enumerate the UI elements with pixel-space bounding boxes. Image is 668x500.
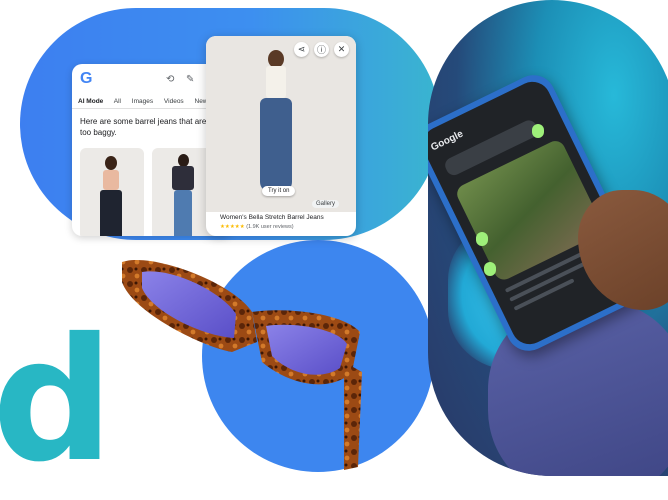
close-icon[interactable]: ✕: [334, 42, 349, 57]
info-icon[interactable]: ⓘ: [314, 42, 329, 57]
sunglasses-illustration: [122, 260, 362, 470]
history-icon[interactable]: ⟲: [166, 74, 174, 85]
result-thumbnail[interactable]: [80, 148, 144, 236]
tab-ai-mode[interactable]: AI Mode: [78, 98, 103, 105]
brand-letter: d: [0, 302, 114, 500]
search-tabs: AI Mode All Images Videos News: [78, 98, 220, 105]
product-card[interactable]: ⋖ ⓘ ✕ Try it on Gallery Women's Bella St…: [206, 36, 356, 236]
tab-images[interactable]: Images: [132, 98, 153, 105]
rating-count: (1.9K user reviews): [246, 224, 294, 230]
phone-photo-panel: Google: [428, 0, 668, 476]
try-on-button[interactable]: Try it on: [262, 186, 296, 196]
tab-all[interactable]: All: [114, 98, 121, 105]
tab-videos[interactable]: Videos: [164, 98, 184, 105]
edit-icon[interactable]: ✎: [186, 74, 194, 85]
rating-stars: ★★★★★: [220, 224, 245, 230]
retailer-badge: Gallery: [312, 200, 340, 208]
google-logo: G: [80, 70, 93, 87]
phone-app-title: Google: [429, 128, 466, 154]
fingernail: [476, 232, 488, 246]
fingernail: [484, 262, 496, 276]
ai-response-text: Here are some barrel jeans that aren't t…: [80, 117, 215, 137]
share-icon[interactable]: ⋖: [294, 42, 309, 57]
product-name: Women's Bella Stretch Barrel Jeans: [220, 214, 324, 221]
product-rating: ★★★★★ (1.9K user reviews): [220, 224, 294, 230]
fingernail: [532, 124, 544, 138]
